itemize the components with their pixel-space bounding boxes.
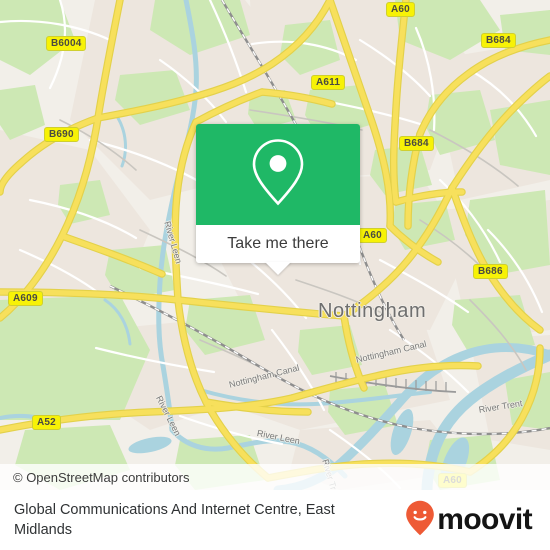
road-shield: B690 xyxy=(44,127,79,142)
footer-bar: Global Communications And Internet Centr… xyxy=(0,490,550,550)
road-shield: A609 xyxy=(8,291,43,306)
openstreetmap-attribution[interactable]: © OpenStreetMap contributors xyxy=(0,470,190,485)
location-callout[interactable]: Take me there xyxy=(196,124,360,275)
moovit-wordmark: moovit xyxy=(437,503,532,536)
moovit-logo[interactable]: moovit xyxy=(405,500,536,541)
road-shield: B6004 xyxy=(46,36,87,51)
road-shield: B684 xyxy=(481,33,516,48)
map-pin-icon xyxy=(250,137,306,212)
city-label-nottingham: Nottingham xyxy=(318,300,427,322)
road-shield: B686 xyxy=(473,264,508,279)
map-canvas[interactable]: B6004 A60 B684 A611 B684 B690 A60 B686 A… xyxy=(0,0,550,490)
place-title: Global Communications And Internet Centr… xyxy=(14,502,335,538)
moovit-smiley-pin-icon xyxy=(405,500,435,541)
map-screenshot: B6004 A60 B684 A611 B684 B690 A60 B686 A… xyxy=(0,0,550,550)
road-shield: A60 xyxy=(386,2,415,17)
take-me-there-button[interactable]: Take me there xyxy=(196,225,360,275)
road-shield: A52 xyxy=(32,415,61,430)
road-shield: A611 xyxy=(311,75,346,90)
callout-pointer-tail xyxy=(265,262,291,275)
callout-pin-panel xyxy=(196,124,360,225)
map-attribution-bar: © OpenStreetMap contributors xyxy=(0,464,550,490)
take-me-there-label: Take me there xyxy=(227,235,329,252)
road-shield: A60 xyxy=(358,228,387,243)
road-shield: B684 xyxy=(399,136,434,151)
